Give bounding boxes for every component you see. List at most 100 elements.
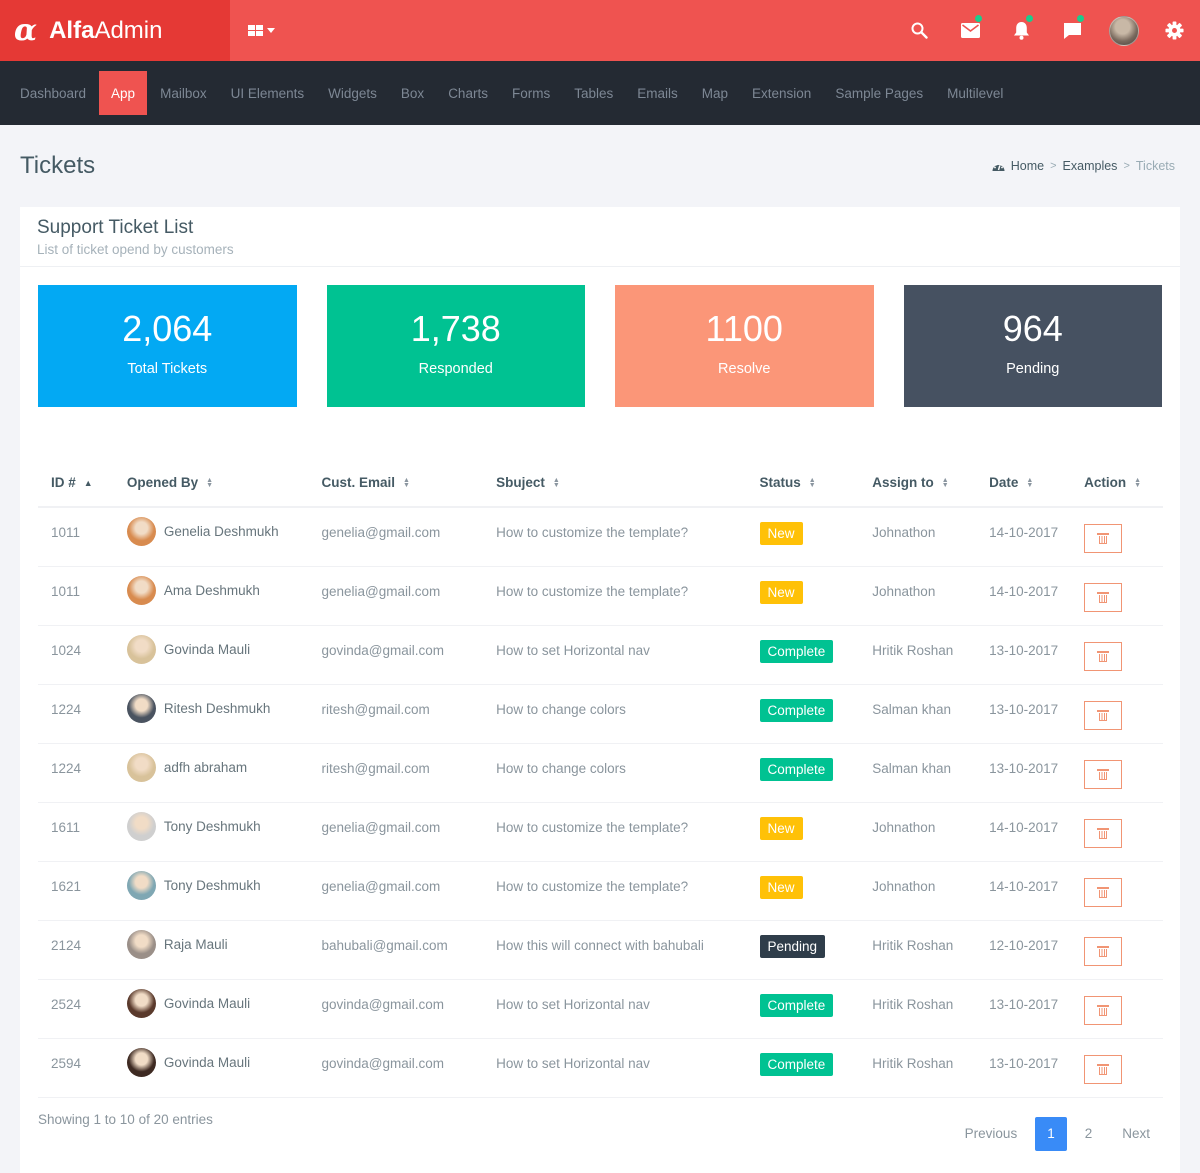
- delete-button[interactable]: [1084, 1054, 1123, 1084]
- notifications-button[interactable]: [996, 0, 1047, 61]
- pagination-next[interactable]: Next: [1110, 1117, 1162, 1151]
- stat-label: Resolve: [718, 361, 771, 377]
- card-title: Support Ticket List: [37, 217, 194, 238]
- column-header-action[interactable]: Action ▲ ▼: [1071, 459, 1163, 508]
- card-subtitle: List of ticket opend by customers: [37, 242, 234, 257]
- opened-by-cell: Raja Mauli: [113, 920, 309, 980]
- column-label: Date: [989, 475, 1019, 490]
- customer-name[interactable]: Ritesh Deshmukh: [164, 701, 271, 716]
- ticket-date: 14-10-2017: [976, 861, 1072, 921]
- column-header-date[interactable]: Date ▲ ▼: [976, 459, 1072, 508]
- delete-button[interactable]: [1084, 759, 1123, 789]
- avatar: [126, 634, 156, 664]
- trash-icon: [1097, 886, 1110, 898]
- customer-name[interactable]: Genelia Deshmukh: [164, 524, 279, 539]
- nav-item-map[interactable]: Map: [690, 71, 740, 115]
- ticket-id: 1621: [38, 861, 114, 921]
- column-header-sbuject[interactable]: Sbuject ▲ ▼: [483, 459, 747, 508]
- delete-button[interactable]: [1084, 995, 1123, 1025]
- ticket-subject[interactable]: How to customize the template?: [483, 802, 747, 862]
- delete-button[interactable]: [1084, 641, 1123, 671]
- nav-item-ui-elements[interactable]: UI Elements: [219, 71, 317, 115]
- stat-value: 2,064: [122, 308, 213, 349]
- customer-name[interactable]: Govinda Mauli: [164, 642, 250, 657]
- ticket-subject[interactable]: How to customize the template?: [483, 507, 747, 567]
- mail-icon: [961, 23, 980, 38]
- assignee: Salman khan: [859, 684, 977, 744]
- sort-icon: ▲ ▼: [941, 477, 949, 490]
- customer-name[interactable]: Govinda Mauli: [164, 1055, 250, 1070]
- nav-item-box[interactable]: Box: [389, 71, 436, 115]
- nav-item-extension[interactable]: Extension: [740, 71, 823, 115]
- breadcrumb-home[interactable]: Home: [1011, 159, 1044, 173]
- nav-item-tables[interactable]: Tables: [562, 71, 625, 115]
- trash-icon: [1097, 1063, 1110, 1075]
- profile-button[interactable]: [1098, 0, 1149, 61]
- pagination-page-2[interactable]: 2: [1073, 1117, 1105, 1151]
- nav-item-dashboard[interactable]: Dashboard: [8, 71, 98, 115]
- status-badge: New: [759, 522, 803, 545]
- pagination-page-1[interactable]: 1: [1035, 1116, 1067, 1151]
- ticket-subject[interactable]: How to change colors: [483, 743, 747, 803]
- opened-by: Tony Deshmukh: [126, 870, 296, 900]
- customer-name[interactable]: Govinda Mauli: [164, 996, 250, 1011]
- customer-name[interactable]: Raja Mauli: [164, 937, 228, 952]
- customer-name[interactable]: Tony Deshmukh: [164, 819, 261, 834]
- delete-button[interactable]: [1084, 582, 1123, 612]
- avatar: [126, 870, 156, 900]
- stat-label: Pending: [1006, 361, 1060, 377]
- ticket-subject[interactable]: How to change colors: [483, 684, 747, 744]
- nav-item-app[interactable]: App: [99, 71, 148, 115]
- column-header-id[interactable]: ID # ▲: [38, 459, 114, 508]
- customer-name[interactable]: Tony Deshmukh: [164, 878, 261, 893]
- top-actions: [894, 0, 1200, 61]
- avatar: [126, 575, 156, 605]
- brand[interactable]: α AlfaAdmin: [0, 0, 230, 61]
- trash-icon: [1097, 1004, 1110, 1016]
- bell-icon: [1014, 22, 1029, 40]
- ticket-subject[interactable]: How this will connect with bahubali: [483, 920, 747, 980]
- nav-item-mailbox[interactable]: Mailbox: [148, 71, 219, 115]
- mail-button[interactable]: [945, 0, 996, 61]
- ticket-subject[interactable]: How to customize the template?: [483, 861, 747, 921]
- delete-button[interactable]: [1084, 524, 1123, 553]
- delete-button[interactable]: [1084, 936, 1123, 966]
- sort-icon: ▲ ▼: [1026, 477, 1034, 490]
- column-header-opened-by[interactable]: Opened By ▲ ▼: [113, 459, 309, 508]
- column-header-status[interactable]: Status ▲ ▼: [746, 459, 860, 508]
- table-footer: Showing 1 to 10 of 20 entries Previous 1 2…: [38, 1081, 1162, 1173]
- search-button[interactable]: [894, 0, 945, 61]
- trash-icon: [1097, 768, 1110, 780]
- delete-button[interactable]: [1084, 877, 1123, 907]
- apps-menu-toggle[interactable]: [248, 25, 275, 36]
- ticket-date: 14-10-2017: [976, 507, 1072, 567]
- customer-name[interactable]: Ama Deshmukh: [164, 583, 260, 598]
- customer-name[interactable]: adfh abraham: [164, 760, 247, 775]
- avatar: [126, 929, 156, 959]
- column-header-cust-email[interactable]: Cust. Email ▲ ▼: [308, 459, 484, 508]
- nav-item-forms[interactable]: Forms: [500, 71, 562, 115]
- opened-by: Ama Deshmukh: [126, 575, 296, 605]
- nav-item-multilevel[interactable]: Multilevel: [935, 71, 1015, 115]
- breadcrumb-separator: >: [1050, 160, 1057, 172]
- column-header-assign-to[interactable]: Assign to ▲ ▼: [859, 459, 977, 508]
- ticket-subject[interactable]: How to set Horizontal nav: [483, 625, 747, 685]
- nav-item-charts[interactable]: Charts: [436, 71, 500, 115]
- action-cell: [1071, 743, 1163, 803]
- messages-button[interactable]: [1047, 0, 1098, 61]
- nav-item-widgets[interactable]: Widgets: [316, 71, 389, 115]
- delete-button[interactable]: [1084, 700, 1123, 730]
- trash-icon: [1097, 533, 1110, 544]
- trash-icon: [1097, 827, 1110, 839]
- stat-value: 1,738: [410, 308, 501, 349]
- pagination-previous[interactable]: Previous: [953, 1117, 1030, 1151]
- status-badge: Complete: [759, 698, 834, 722]
- breadcrumb-examples[interactable]: Examples: [1063, 159, 1118, 173]
- ticket-subject[interactable]: How to customize the template?: [483, 566, 747, 626]
- settings-button[interactable]: [1149, 0, 1200, 61]
- nav-item-emails[interactable]: Emails: [625, 71, 690, 115]
- delete-button[interactable]: [1084, 818, 1123, 848]
- opened-by: Tony Deshmukh: [126, 811, 296, 841]
- nav-item-sample-pages[interactable]: Sample Pages: [823, 71, 935, 115]
- ticket-subject[interactable]: How to set Horizontal nav: [483, 979, 747, 1039]
